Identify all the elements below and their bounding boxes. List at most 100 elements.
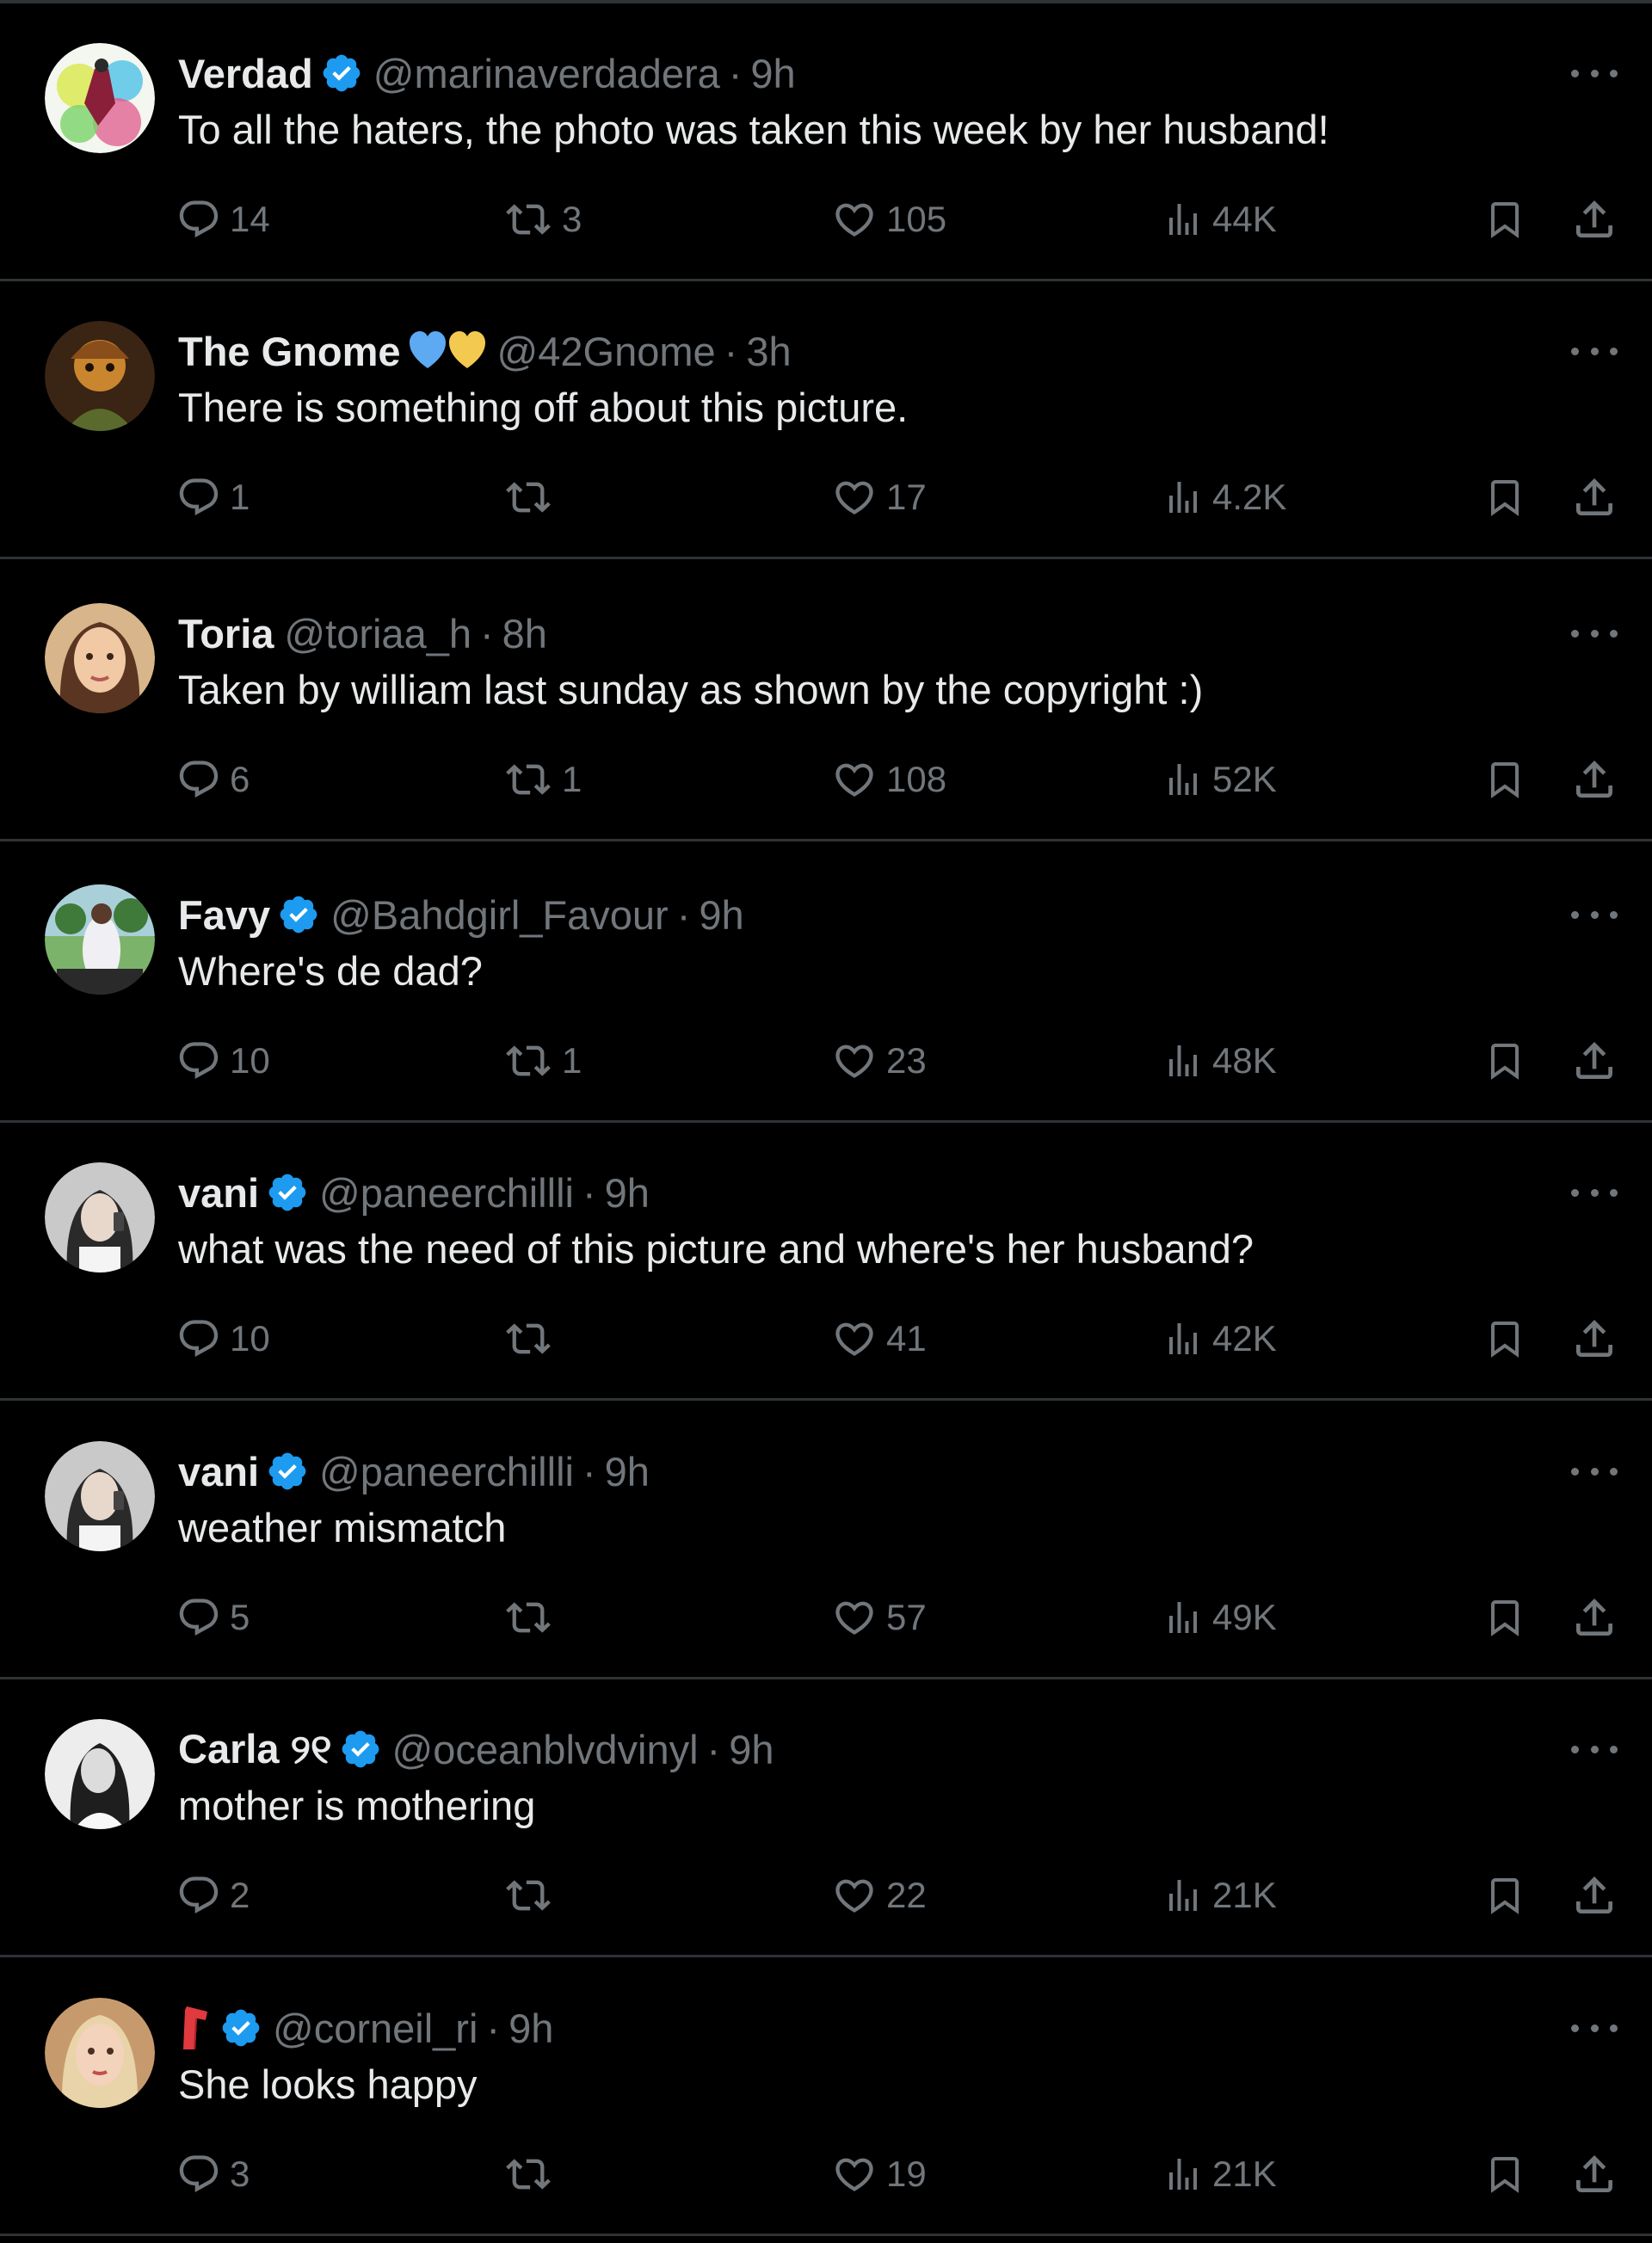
- timestamp[interactable]: 8h: [502, 610, 547, 657]
- display-name[interactable]: Verdad: [178, 50, 313, 97]
- reply-button[interactable]: 1: [176, 473, 250, 521]
- timestamp[interactable]: 9h: [605, 1448, 650, 1495]
- share-button[interactable]: [1570, 195, 1618, 243]
- retweet-button[interactable]: 1: [503, 1037, 582, 1085]
- bookmark-button[interactable]: [1484, 2150, 1526, 2198]
- user-handle[interactable]: @marinaverdadera: [373, 50, 720, 97]
- retweet-button[interactable]: [503, 1593, 562, 1642]
- avatar[interactable]: [45, 1719, 155, 1829]
- timestamp[interactable]: 9h: [750, 50, 795, 97]
- reply-button[interactable]: 6: [176, 755, 250, 804]
- tweet-reply[interactable]: Favy @Bahdgirl_Favour · 9h Where's de dad? 10…: [0, 846, 1652, 1123]
- user-handle[interactable]: @Bahdgirl_Favour: [330, 891, 669, 939]
- lipstick-emoji-icon: [178, 2005, 213, 2051]
- timestamp[interactable]: 3h: [746, 328, 791, 375]
- more-options-icon[interactable]: [1571, 1463, 1618, 1480]
- views-icon: [1162, 1595, 1204, 1640]
- user-handle[interactable]: @42Gnome: [497, 328, 716, 375]
- timestamp[interactable]: 9h: [605, 1169, 650, 1217]
- share-button[interactable]: [1570, 1871, 1618, 1919]
- like-button[interactable]: 108: [831, 755, 946, 804]
- avatar[interactable]: [45, 884, 155, 995]
- tweet-reply[interactable]: The Gnome @42Gnome · 3h There is something o…: [0, 282, 1652, 559]
- retweet-button[interactable]: 3: [503, 195, 582, 243]
- like-button[interactable]: 17: [831, 473, 927, 521]
- reply-button[interactable]: 2: [176, 1871, 250, 1919]
- reply-button[interactable]: 5: [176, 1593, 250, 1642]
- reply-button[interactable]: 3: [176, 2150, 250, 2198]
- retweet-button[interactable]: [503, 473, 562, 521]
- views-button[interactable]: 21K: [1162, 1871, 1277, 1919]
- share-button[interactable]: [1570, 755, 1618, 804]
- more-options-icon[interactable]: [1571, 906, 1618, 923]
- avatar[interactable]: [45, 1441, 155, 1551]
- share-icon: [1570, 1315, 1618, 1363]
- avatar[interactable]: [45, 1998, 155, 2108]
- more-options-icon[interactable]: [1571, 2019, 1618, 2037]
- like-button[interactable]: 22: [831, 1871, 927, 1919]
- avatar[interactable]: [45, 43, 155, 153]
- bookmark-button[interactable]: [1484, 755, 1526, 804]
- views-button[interactable]: 52K: [1162, 755, 1277, 804]
- display-name[interactable]: Carla ୨୧: [178, 1725, 332, 1774]
- display-name[interactable]: The Gnome: [178, 328, 401, 375]
- more-options-icon[interactable]: [1571, 625, 1618, 642]
- retweet-button[interactable]: [503, 1871, 562, 1919]
- views-button[interactable]: 48K: [1162, 1037, 1277, 1085]
- user-handle[interactable]: @oceanblvdvinyl: [392, 1726, 699, 1773]
- user-handle[interactable]: @toriaa_h: [284, 610, 472, 657]
- avatar[interactable]: [45, 321, 155, 431]
- tweet-reply[interactable]: Toria @toriaa_h · 8h Taken by william last s…: [0, 564, 1652, 841]
- more-options-icon[interactable]: [1571, 342, 1618, 360]
- reply-button[interactable]: 10: [176, 1037, 270, 1085]
- reply-button[interactable]: 10: [176, 1315, 270, 1363]
- tweet-reply[interactable]: vani @paneerchillli · 9h weather mismatch 5 57…: [0, 1402, 1652, 1679]
- views-button[interactable]: 42K: [1162, 1315, 1277, 1363]
- retweet-button[interactable]: [503, 1315, 562, 1363]
- views-button[interactable]: 4.2K: [1162, 473, 1286, 521]
- display-name[interactable]: vani: [178, 1169, 259, 1217]
- bookmark-button[interactable]: [1484, 1871, 1526, 1919]
- tweet-reply[interactable]: @corneil_ri · 9h She looks happy 3 19 21K: [0, 1959, 1652, 2236]
- user-handle[interactable]: @corneil_ri: [273, 2005, 478, 2052]
- display-name[interactable]: Toria: [178, 610, 274, 657]
- share-button[interactable]: [1570, 1037, 1618, 1085]
- avatar[interactable]: [45, 1162, 155, 1272]
- bookmark-button[interactable]: [1484, 1593, 1526, 1642]
- more-options-icon[interactable]: [1571, 65, 1618, 82]
- tweet-reply[interactable]: vani @paneerchillli · 9h what was the need o…: [0, 1124, 1652, 1401]
- reply-button[interactable]: 14: [176, 195, 270, 243]
- like-button[interactable]: 105: [831, 195, 946, 243]
- user-handle[interactable]: @paneerchillli: [319, 1169, 574, 1217]
- more-options-icon[interactable]: [1571, 1741, 1618, 1758]
- avatar[interactable]: [45, 603, 155, 713]
- timestamp[interactable]: 9h: [729, 1726, 774, 1773]
- share-button[interactable]: [1570, 1315, 1618, 1363]
- like-icon: [831, 1038, 878, 1083]
- like-button[interactable]: 19: [831, 2150, 927, 2198]
- more-options-icon[interactable]: [1571, 1184, 1618, 1201]
- like-button[interactable]: 23: [831, 1037, 927, 1085]
- retweet-button[interactable]: [503, 2150, 562, 2198]
- bookmark-button[interactable]: [1484, 195, 1526, 243]
- share-button[interactable]: [1570, 2150, 1618, 2198]
- views-button[interactable]: 44K: [1162, 195, 1277, 243]
- reply-count: 10: [230, 1040, 270, 1081]
- views-button[interactable]: 49K: [1162, 1593, 1277, 1642]
- like-button[interactable]: 41: [831, 1315, 927, 1363]
- bookmark-button[interactable]: [1484, 1037, 1526, 1085]
- bookmark-button[interactable]: [1484, 473, 1526, 521]
- timestamp[interactable]: 9h: [509, 2005, 553, 2052]
- share-button[interactable]: [1570, 473, 1618, 521]
- user-handle[interactable]: @paneerchillli: [319, 1448, 574, 1495]
- timestamp[interactable]: 9h: [699, 891, 743, 939]
- display-name[interactable]: Favy: [178, 891, 270, 939]
- retweet-button[interactable]: 1: [503, 755, 582, 804]
- like-button[interactable]: 57: [831, 1593, 927, 1642]
- tweet-reply[interactable]: Verdad @marinaverdadera · 9h To all the hate…: [0, 4, 1652, 281]
- share-button[interactable]: [1570, 1593, 1618, 1642]
- views-button[interactable]: 21K: [1162, 2150, 1277, 2198]
- display-name[interactable]: vani: [178, 1448, 259, 1495]
- bookmark-button[interactable]: [1484, 1315, 1526, 1363]
- tweet-reply[interactable]: Carla ୨୧ @oceanblvdvinyl · 9h mother is moth…: [0, 1680, 1652, 1957]
